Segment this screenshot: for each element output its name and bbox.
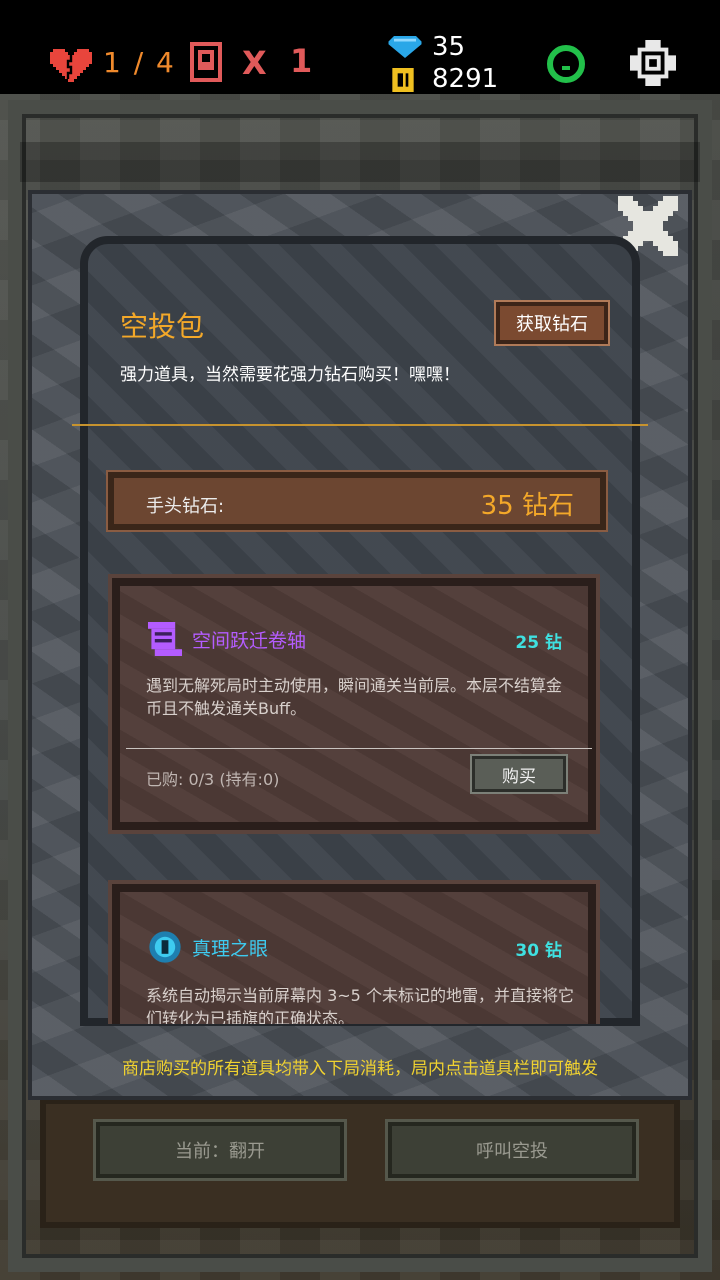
- gear-icon[interactable]: [630, 40, 676, 86]
- broken-heart-icon: [50, 49, 92, 82]
- get-gems-button[interactable]: 获取钻石: [494, 300, 610, 346]
- item-name: 空间跃迁卷轴: [192, 630, 307, 652]
- shop-item-eye: 真理之眼 30 钻 系统自动揭示当前屏幕内 3~5 个未标记的地雷，并直接将它们…: [108, 880, 600, 1024]
- balance-label: 手头钻石:: [146, 496, 225, 517]
- gem-balance: 35: [432, 32, 466, 62]
- modal-title: 空投包: [120, 310, 205, 343]
- scroll-icon: [148, 622, 182, 656]
- shop-item-scroll: 空间跃迁卷轴 25 钻 遇到无解死局时主动使用，瞬间通关当前层。本层不结算金币且…: [108, 574, 600, 834]
- item-owned-count: 已购: 0/3 (持有:0): [146, 770, 280, 789]
- title-divider: [72, 424, 648, 426]
- item-price: 25 钻: [515, 633, 562, 653]
- coin-balance: 8291: [432, 64, 499, 94]
- smiley-icon[interactable]: [546, 44, 586, 84]
- hp-counter: 1 / 4: [103, 46, 176, 79]
- balance-value: 35 钻石: [480, 491, 574, 521]
- board-band: [20, 142, 700, 182]
- buy-button[interactable]: 购买: [470, 754, 568, 794]
- card-count: 1: [290, 42, 313, 80]
- gem-balance-bar: 手头钻石: 35 钻石: [106, 470, 608, 532]
- top-hud: 1 / 4 X 1 35 8291: [0, 0, 720, 94]
- eye-icon: [149, 931, 181, 963]
- card-multiplier: X: [242, 44, 267, 82]
- shop-footer-note: 商店购买的所有道具均带入下局消耗，局内点击道具栏即可触发: [122, 1059, 598, 1079]
- modal-subtitle: 强力道具，当然需要花强力钻石购买！嘿嘿！: [120, 365, 460, 385]
- item-description: 系统自动揭示当前屏幕内 3~5 个未标记的地雷，并直接将它们转化为已插旗的正确状…: [146, 986, 574, 1024]
- item-price: 30 钻: [515, 941, 562, 961]
- card-icon: [190, 42, 222, 82]
- item-list[interactable]: 空间跃迁卷轴 25 钻 遇到无解死局时主动使用，瞬间通关当前层。本层不结算金币且…: [100, 570, 620, 1024]
- coin-icon: [392, 68, 414, 92]
- item-name: 真理之眼: [192, 938, 269, 960]
- current-mode-button[interactable]: 当前：翻开: [93, 1119, 347, 1181]
- diamond-icon: [388, 36, 422, 58]
- call-airdrop-button[interactable]: 呼叫空投: [385, 1119, 639, 1181]
- item-divider: [126, 748, 592, 749]
- item-description: 遇到无解死局时主动使用，瞬间通关当前层。本层不结算金币且不触发通关Buff。: [146, 676, 563, 718]
